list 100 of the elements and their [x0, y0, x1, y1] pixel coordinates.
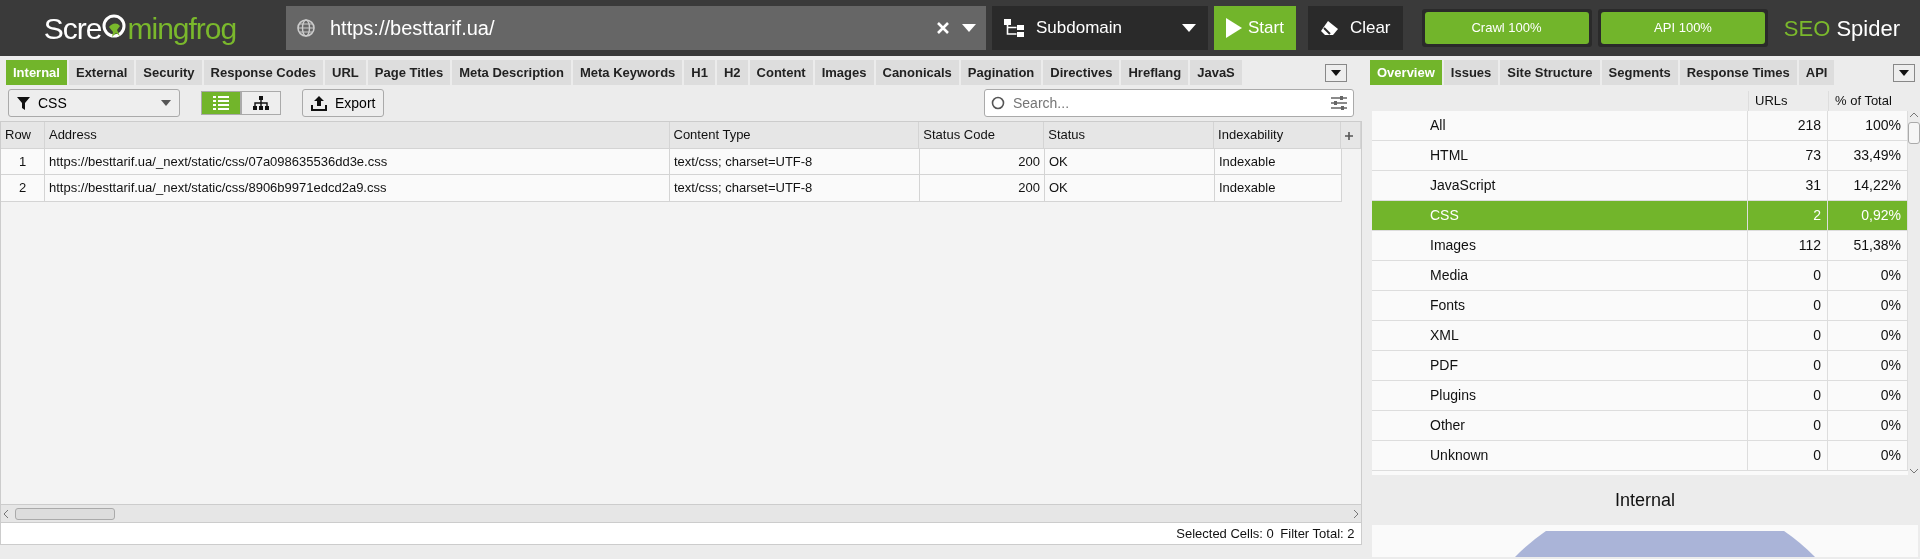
tab[interactable]: Page Titles	[367, 59, 451, 85]
tab[interactable]: H2	[716, 59, 748, 85]
tab[interactable]: External	[68, 59, 135, 85]
table-row[interactable]: Other 0 0%	[1372, 411, 1908, 441]
table-row[interactable]: HTML 73 33,49%	[1372, 141, 1908, 171]
tab[interactable]: URL	[325, 59, 366, 85]
horizontal-scrollbar-thumb[interactable]	[15, 507, 115, 520]
tab[interactable]: Meta Keywords	[572, 59, 683, 85]
progress-bar: Crawl 100%	[1421, 9, 1592, 47]
filter-icon	[17, 96, 30, 110]
table-row[interactable]: XML 0 0%	[1372, 321, 1908, 351]
scroll-right-icon[interactable]	[1351, 508, 1361, 519]
mode-dropdown[interactable]: Subdomain	[992, 6, 1208, 50]
column-header[interactable]: Address	[44, 122, 670, 149]
row-count: 0	[1813, 326, 1821, 345]
table-cell: OK	[1045, 175, 1215, 202]
row-percent: 0%	[1880, 446, 1901, 465]
table-cell: 200	[920, 148, 1045, 175]
table-row[interactable]: Media 0 0%	[1372, 261, 1908, 291]
table-row[interactable]: All 218 100%	[1372, 111, 1908, 141]
chart-title: Internal	[1614, 488, 1675, 512]
progress-bar: API 100%	[1598, 9, 1769, 47]
row-label: PDF	[1430, 356, 1458, 375]
tree-view-button[interactable]	[241, 91, 281, 115]
column-header[interactable]: Status	[1044, 122, 1215, 149]
row-label: Other	[1430, 416, 1465, 435]
table-cell: Indexable	[1215, 175, 1342, 202]
search-field[interactable]: Search...	[984, 89, 1354, 117]
row-label: Plugins	[1430, 386, 1476, 405]
sliders-icon[interactable]	[1331, 96, 1347, 110]
export-button[interactable]: Export	[302, 89, 385, 117]
vertical-scrollbar-thumb[interactable]	[1908, 122, 1920, 144]
scroll-left-icon[interactable]	[1, 508, 11, 519]
row-count: 0	[1813, 266, 1821, 285]
tab[interactable]: Meta Description	[452, 59, 571, 85]
row-count: 73	[1805, 146, 1821, 165]
clear-icon[interactable]	[936, 21, 950, 35]
table-cell: 200	[920, 175, 1045, 202]
table-row[interactable]: PDF 0 0%	[1372, 351, 1908, 381]
tab[interactable]: Response Times	[1679, 59, 1797, 85]
url-field[interactable]: https://besttarif.ua/	[328, 12, 924, 44]
tab[interactable]: Response Codes	[203, 59, 324, 85]
tab[interactable]: Issues	[1443, 59, 1499, 85]
caret-icon	[161, 100, 171, 106]
row-percent: 51,38%	[1853, 236, 1901, 255]
row-count: 0	[1813, 356, 1821, 375]
row-label: HTML	[1430, 146, 1469, 165]
column-header[interactable]: Indexability	[1214, 122, 1341, 149]
product-name: SEO Spider	[1783, 14, 1901, 43]
row-percent: 0%	[1880, 356, 1901, 375]
row-label: Media	[1430, 266, 1469, 285]
row-percent: 14,22%	[1853, 176, 1901, 195]
filter-dropdown[interactable]: CSS	[8, 89, 180, 117]
hierarchy-icon	[1004, 19, 1026, 37]
table-cell: text/css; charset=UTF-8	[670, 175, 920, 202]
row-label: Images	[1430, 236, 1476, 255]
table-cell: Indexable	[1215, 148, 1342, 175]
tab[interactable]: Pagination	[960, 59, 1042, 85]
row-label: CSS	[1430, 206, 1459, 225]
tab[interactable]: Segments	[1601, 59, 1678, 85]
tab[interactable]: Site Structure	[1500, 59, 1600, 85]
table-row[interactable]: Plugins 0 0%	[1372, 381, 1908, 411]
tab[interactable]: API	[1798, 59, 1835, 85]
eraser-icon	[1319, 20, 1340, 36]
add-column-icon[interactable]	[1345, 131, 1353, 140]
tab[interactable]: Images	[814, 59, 874, 85]
tab-menu-button[interactable]	[1893, 63, 1916, 82]
column-header[interactable]: Status Code	[919, 122, 1045, 149]
caret-icon[interactable]	[962, 24, 976, 32]
column-header[interactable]: Row	[1, 122, 45, 149]
tab[interactable]: JavaS	[1190, 59, 1242, 85]
url-field[interactable]: https://besttarif.ua/	[286, 6, 986, 50]
table-cell: 1	[1, 148, 45, 175]
table-row[interactable]: Images 112 51,38%	[1372, 231, 1908, 261]
scroll-up-icon[interactable]	[1909, 111, 1919, 119]
scroll-down-icon[interactable]	[1909, 467, 1919, 475]
row-percent: 0%	[1880, 386, 1901, 405]
tab[interactable]: Directives	[1043, 59, 1120, 85]
logo-text: mingfrog	[127, 10, 237, 47]
search-icon	[991, 96, 1005, 110]
row-percent: 0%	[1880, 416, 1901, 435]
row-count: 0	[1813, 296, 1821, 315]
tab[interactable]: H1	[684, 59, 715, 85]
row-count: 31	[1805, 176, 1821, 195]
tab-menu-button[interactable]	[1325, 63, 1348, 82]
status-text: Filter Total: 2	[1280, 524, 1355, 543]
tab[interactable]: Security	[136, 59, 202, 85]
row-count: 112	[1798, 236, 1821, 255]
tab[interactable]: Canonicals	[875, 59, 959, 85]
row-count: 0	[1813, 416, 1821, 435]
table-row[interactable]: Fonts 0 0%	[1372, 291, 1908, 321]
row-count: 0	[1813, 446, 1821, 465]
clear-button[interactable]: Clear	[1307, 6, 1403, 50]
table-row[interactable]: Unknown 0 0%	[1372, 441, 1908, 471]
row-label: Unknown	[1430, 446, 1489, 465]
tab[interactable]: Content	[749, 59, 813, 85]
table-cell: https://besttarif.ua/_next/static/css/8906b9971edcd2a9.css	[45, 175, 670, 202]
tab[interactable]: Hreflang	[1121, 59, 1189, 85]
logo-text: Scre	[43, 10, 102, 47]
column-header[interactable]: Content Type	[669, 122, 920, 149]
